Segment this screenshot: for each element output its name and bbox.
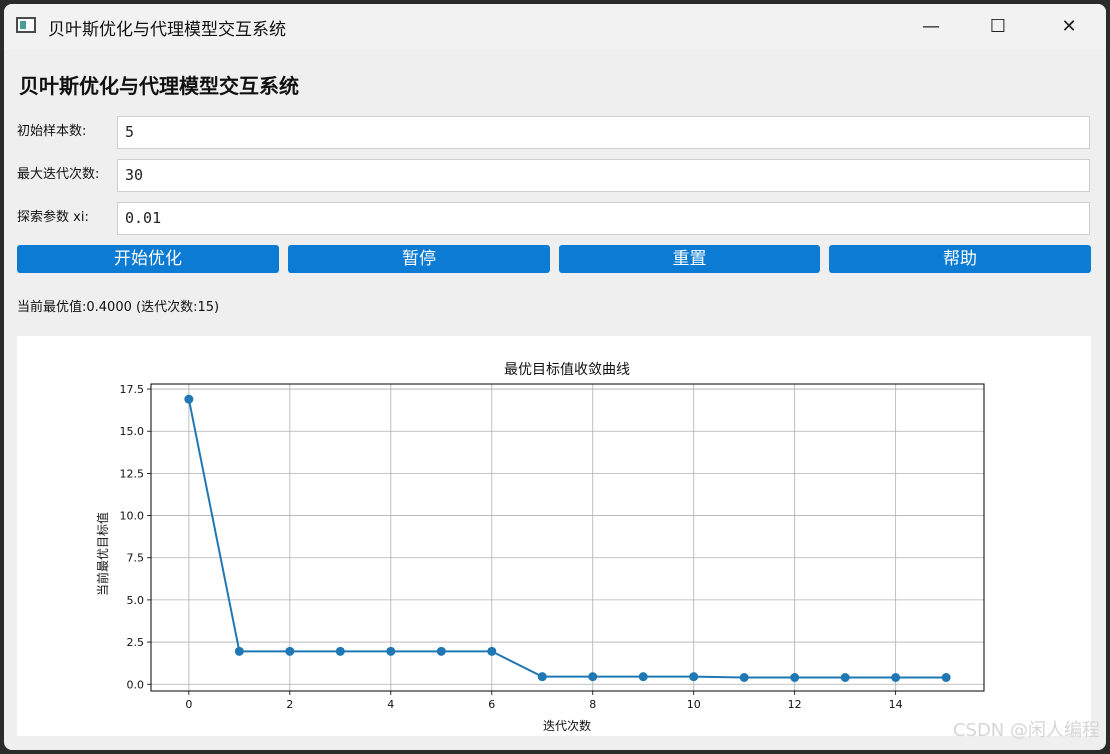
data-point: [386, 646, 396, 656]
xi-input[interactable]: 0.01: [117, 202, 1090, 235]
status-text: 当前最优值:0.4000 (迭代次数:15): [17, 300, 220, 315]
series-line: [187, 398, 947, 679]
data-point: [285, 646, 295, 656]
app-window: 贝叶斯优化与代理模型交互系统 — ☐ ✕ 贝叶斯优化与代理模型交互系统 初始样本…: [4, 4, 1106, 750]
initial-samples-label: 初始样本数:: [17, 124, 87, 139]
x-axis-label: 迭代次数: [543, 718, 591, 733]
chart-title: 最优目标值收敛曲线: [504, 362, 630, 378]
x-tick-label: 10: [687, 698, 701, 711]
plot-frame: [150, 383, 985, 692]
x-tick-label: 4: [387, 698, 394, 711]
reset-button[interactable]: 重置: [559, 245, 820, 273]
data-point: [588, 672, 598, 682]
y-tick-label: 12.5: [120, 467, 145, 480]
y-tick-label: 0.0: [127, 678, 145, 691]
y-axis-label: 当前最优目标值: [95, 512, 110, 596]
help-button[interactable]: 帮助: [829, 245, 1091, 273]
x-tick-label: 14: [889, 698, 903, 711]
app-icon: [16, 17, 36, 33]
max-iterations-label: 最大迭代次数:: [17, 167, 100, 182]
start-button[interactable]: 开始优化: [17, 245, 279, 273]
y-tick-label: 17.5: [120, 383, 145, 396]
convergence-chart: 最优目标值收敛曲线 迭代次数 当前最优目标值 0 2 4 6 8 10 12 14 0.0 2.5…: [95, 362, 985, 733]
window-title: 贝叶斯优化与代理模型交互系统: [48, 20, 286, 40]
data-point: [234, 646, 244, 656]
close-button[interactable]: ✕: [1034, 4, 1104, 50]
y-tick-label: 7.5: [127, 552, 145, 565]
watermark: CSDN @闲人编程: [952, 720, 1100, 741]
page-title: 贝叶斯优化与代理模型交互系统: [19, 74, 299, 98]
y-tick-label: 15.0: [120, 425, 145, 438]
data-point: [537, 672, 547, 682]
pause-button[interactable]: 暂停: [288, 245, 550, 273]
y-tick-label: 5.0: [127, 594, 145, 607]
x-tick-label: 12: [788, 698, 802, 711]
data-point: [941, 673, 951, 683]
data-point: [487, 646, 497, 656]
data-point: [436, 646, 446, 656]
y-tick-label: 2.5: [127, 636, 145, 649]
minimize-button[interactable]: —: [896, 4, 966, 50]
data-point: [638, 672, 648, 682]
x-tick-label: 6: [488, 698, 495, 711]
maximize-button[interactable]: ☐: [963, 4, 1033, 50]
data-point: [184, 394, 194, 404]
data-point: [335, 646, 345, 656]
data-point: [840, 673, 850, 683]
x-tick-label: 8: [589, 698, 596, 711]
data-point: [739, 673, 749, 683]
data-point: [689, 672, 699, 682]
title-bar: 贝叶斯优化与代理模型交互系统 — ☐ ✕: [4, 4, 1106, 50]
x-tick-label: 2: [286, 698, 293, 711]
xi-label: 探索参数 xi:: [17, 210, 89, 225]
data-point: [891, 673, 901, 683]
max-iterations-input[interactable]: 30: [117, 159, 1090, 192]
initial-samples-input[interactable]: 5: [117, 116, 1090, 149]
data-point: [790, 673, 800, 683]
y-tick-label: 10.0: [120, 510, 145, 523]
x-tick-label: 0: [185, 698, 192, 711]
chart-panel: 最优目标值收敛曲线 迭代次数 当前最优目标值 0 2 4 6 8 10 12 14 0.0 2.5…: [17, 336, 1091, 736]
